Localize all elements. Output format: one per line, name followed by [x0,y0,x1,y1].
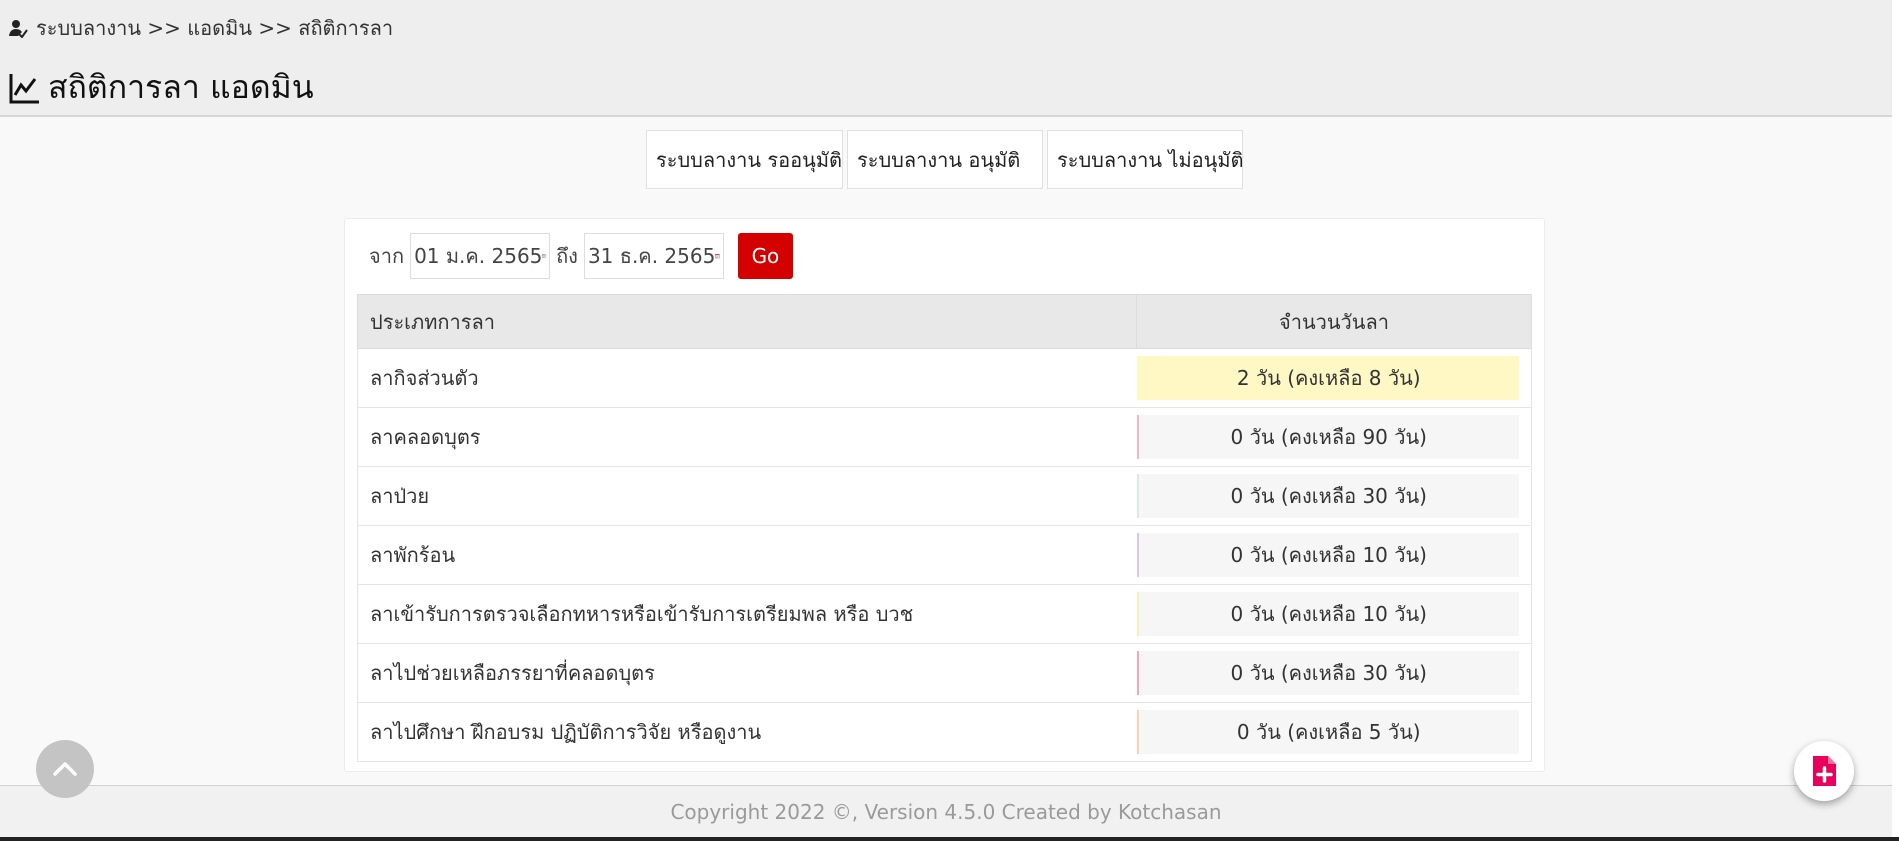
table-row: ลาไปช่วยเหลือภรรยาที่คลอดบุตร 0 วัน (คงเ… [357,643,1532,703]
page-title-text: สถิติการลา แอดมิน [48,68,314,106]
header-leave-type: ประเภทการลา [357,294,1137,349]
leave-type-cell: ลาคลอดบุตร [357,407,1137,467]
leave-days-badge: 0 วัน (คงเหลือ 30 วัน) [1136,651,1519,695]
leave-days-badge: 0 วัน (คงเหลือ 10 วัน) [1136,533,1519,577]
leave-type-cell: ลาไปช่วยเหลือภรรยาที่คลอดบุตร [357,643,1137,703]
to-label: ถึง [556,244,578,268]
from-date-value: 01 ม.ค. 2565 [414,244,543,268]
breadcrumb: ระบบลางาน >> แอดมิน >> สถิติการลา [8,12,393,44]
leave-days-cell: 0 วัน (คงเหลือ 10 วัน) [1136,584,1532,644]
header: ระบบลางาน >> แอดมิน >> สถิติการลา สถิติก… [0,0,1892,117]
leave-days-badge: 0 วัน (คงเหลือ 30 วัน) [1136,474,1519,518]
from-label: จาก [369,244,405,268]
leave-days-cell: 0 วัน (คงเหลือ 30 วัน) [1136,643,1532,703]
leave-days-cell: 0 วัน (คงเหลือ 10 วัน) [1136,525,1532,585]
page-title: สถิติการลา แอดมิน [8,62,314,113]
table-row: ลากิจส่วนตัว 2 วัน (คงเหลือ 8 วัน) [357,348,1532,408]
tab-rejected[interactable]: ระบบลางาน ไม่อนุมัติ [1047,130,1243,189]
leave-days-badge: 0 วัน (คงเหลือ 5 วัน) [1136,710,1519,754]
leave-type-cell: ลากิจส่วนตัว [357,348,1137,408]
leave-days-badge: 0 วัน (คงเหลือ 10 วัน) [1136,592,1519,636]
file-plus-icon [1813,756,1836,786]
statistics-panel: จาก 01 ม.ค. 2565 ถึง 31 ธ.ค. 2565 Go ประ… [344,218,1545,772]
leave-type-cell: ลาเข้ารับการตรวจเลือกทหารหรือเข้ารับการเ… [357,584,1137,644]
status-tabs: ระบบลางาน รออนุมัติ ระบบลางาน อนุมัติ ระ… [646,130,1243,189]
leave-days-cell: 0 วัน (คงเหลือ 90 วัน) [1136,407,1532,467]
table-row: ลาป่วย 0 วัน (คงเหลือ 30 วัน) [357,466,1532,526]
calendar-icon[interactable] [542,247,547,265]
header-leave-days: จำนวนวันลา [1136,294,1532,349]
tab-pending[interactable]: ระบบลางาน รออนุมัติ [646,130,843,189]
date-filter: จาก 01 ม.ค. 2565 ถึง 31 ธ.ค. 2565 Go [369,233,793,279]
line-chart-icon [9,73,39,103]
table-header-row: ประเภทการลา จำนวนวันลา [357,294,1532,349]
table-row: ลาเข้ารับการตรวจเลือกทหารหรือเข้ารับการเ… [357,584,1532,644]
from-date-input[interactable]: 01 ม.ค. 2565 [410,233,551,279]
leave-stats-table: ประเภทการลา จำนวนวันลา ลากิจส่วนตัว 2 วั… [357,294,1532,762]
table-row: ลาพักร้อน 0 วัน (คงเหลือ 10 วัน) [357,525,1532,585]
calendar-icon[interactable] [715,247,720,265]
leave-days-cell: 0 วัน (คงเหลือ 30 วัน) [1136,466,1532,526]
scroll-top-button[interactable] [36,740,94,798]
window-edge [1892,0,1899,837]
leave-type-cell: ลาป่วย [357,466,1137,526]
table-row: ลาไปศึกษา ฝึกอบรม ปฏิบัติการวิจัย หรือดู… [357,702,1532,762]
to-date-input[interactable]: 31 ธ.ค. 2565 [583,233,724,279]
table-row: ลาคลอดบุตร 0 วัน (คงเหลือ 90 วัน) [357,407,1532,467]
leave-days-cell: 2 วัน (คงเหลือ 8 วัน) [1136,348,1532,408]
new-leave-request-button[interactable] [1794,741,1854,801]
leave-type-cell: ลาไปศึกษา ฝึกอบรม ปฏิบัติการวิจัย หรือดู… [357,702,1137,762]
footer: Copyright 2022 ©, Version 4.5.0 Created … [0,785,1892,837]
go-button[interactable]: Go [737,233,793,279]
leave-days-badge: 2 วัน (คงเหลือ 8 วัน) [1136,356,1519,400]
window-bottom-edge [0,837,1899,841]
app-frame: ระบบลางาน >> แอดมิน >> สถิติการลา สถิติก… [0,0,1899,841]
tab-approved[interactable]: ระบบลางาน อนุมัติ [847,130,1043,189]
breadcrumb-text[interactable]: ระบบลางาน >> แอดมิน >> สถิติการลา [36,12,393,44]
main-area: ระบบลางาน >> แอดมิน >> สถิติการลา สถิติก… [0,0,1892,837]
leave-days-cell: 0 วัน (คงเหลือ 5 วัน) [1136,702,1532,762]
user-icon [9,20,28,38]
leave-type-cell: ลาพักร้อน [357,525,1137,585]
leave-days-badge: 0 วัน (คงเหลือ 90 วัน) [1136,415,1519,459]
chevron-up-icon [53,762,77,776]
to-date-value: 31 ธ.ค. 2565 [587,244,716,268]
